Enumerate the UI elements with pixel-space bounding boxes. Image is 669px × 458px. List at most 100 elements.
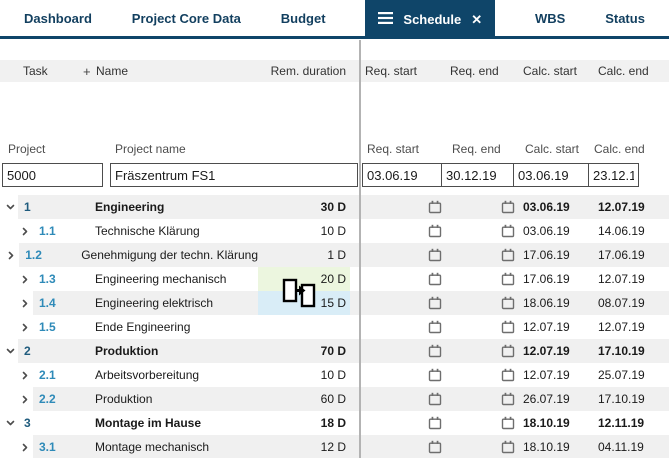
req-end-cell[interactable] xyxy=(446,392,518,406)
req-start-cell[interactable] xyxy=(350,200,446,214)
chevron-right-icon[interactable] xyxy=(20,370,33,381)
req-start-cell[interactable] xyxy=(350,320,446,334)
row-indent xyxy=(0,291,33,315)
task-row[interactable]: 1.4Engineering elektrisch15 D18.06.1908.… xyxy=(0,291,669,315)
req-end-cell[interactable] xyxy=(446,416,518,430)
calendar-icon[interactable] xyxy=(428,224,442,238)
calendar-icon[interactable] xyxy=(501,200,515,214)
tab-status[interactable]: Status xyxy=(605,11,645,26)
row-indent xyxy=(0,195,18,219)
task-row[interactable]: 1.3Engineering mechanisch20 D17.06.1912.… xyxy=(0,267,669,291)
calendar-icon[interactable] xyxy=(501,344,515,358)
task-name: Produktion xyxy=(95,339,258,363)
calendar-icon[interactable] xyxy=(501,248,515,262)
add-column-button[interactable]: + xyxy=(83,64,96,79)
req-end-cell[interactable] xyxy=(446,368,518,382)
chevron-right-icon[interactable] xyxy=(20,274,33,285)
calendar-icon[interactable] xyxy=(501,368,515,382)
calendar-icon[interactable] xyxy=(501,416,515,430)
hamburger-menu-icon[interactable] xyxy=(378,11,393,29)
calendar-icon[interactable] xyxy=(428,368,442,382)
req-start-cell[interactable] xyxy=(350,392,446,406)
project-name-label: Project name xyxy=(110,142,362,158)
chevron-right-icon[interactable] xyxy=(20,442,33,453)
chevron-down-icon[interactable] xyxy=(5,418,18,429)
req-start-cell[interactable] xyxy=(350,440,446,454)
project-calc-end-input[interactable] xyxy=(588,163,639,187)
req-end-cell[interactable] xyxy=(446,200,518,214)
req-start-cell[interactable] xyxy=(350,344,446,358)
task-calc-end: 25.07.19 xyxy=(594,363,669,387)
req-end-cell[interactable] xyxy=(446,344,518,358)
calendar-icon[interactable] xyxy=(501,440,515,454)
tab-dashboard[interactable]: Dashboard xyxy=(24,11,92,26)
task-row[interactable]: 1.1Technische Klärung10 D03.06.1914.06.1… xyxy=(0,219,669,243)
calendar-icon[interactable] xyxy=(428,200,442,214)
task-rem-duration: 10 D xyxy=(258,219,350,243)
task-row[interactable]: 2.2Produktion60 D26.07.1917.10.19 xyxy=(0,387,669,411)
chevron-right-icon[interactable] xyxy=(20,226,33,237)
row-indent xyxy=(0,243,19,267)
req-end-cell[interactable] xyxy=(446,296,518,310)
req-end-label: Req. end xyxy=(441,142,513,158)
tab-project-core-data[interactable]: Project Core Data xyxy=(132,11,241,26)
task-row[interactable]: 1.5Ende Engineering12.07.1912.07.19 xyxy=(0,315,669,339)
calendar-icon[interactable] xyxy=(428,296,442,310)
calendar-icon[interactable] xyxy=(428,440,442,454)
row-indent xyxy=(0,267,33,291)
req-end-cell[interactable] xyxy=(446,440,518,454)
calendar-icon[interactable] xyxy=(501,320,515,334)
chevron-right-icon[interactable] xyxy=(20,394,33,405)
project-req-end-input[interactable] xyxy=(441,163,514,187)
task-row[interactable]: 3.1Montage mechanisch12 D18.10.1904.11.1… xyxy=(0,435,669,458)
req-start-cell[interactable] xyxy=(350,248,446,262)
calendar-icon[interactable] xyxy=(501,272,515,286)
req-start-cell[interactable] xyxy=(350,296,446,310)
calendar-icon[interactable] xyxy=(428,344,442,358)
task-row[interactable]: 3Montage im Hause18 D18.10.1912.11.19 xyxy=(0,411,669,435)
close-tab-icon[interactable]: ✕ xyxy=(471,13,482,26)
chevron-down-icon[interactable] xyxy=(5,202,18,213)
column-header-name: Name xyxy=(96,64,258,78)
tab-bar: Dashboard Project Core Data Budget Schedule… xyxy=(0,0,669,39)
task-row[interactable]: 2Produktion70 D12.07.1917.10.19 xyxy=(0,339,669,363)
calendar-icon[interactable] xyxy=(428,248,442,262)
calendar-icon[interactable] xyxy=(501,224,515,238)
calendar-icon[interactable] xyxy=(428,392,442,406)
calendar-icon[interactable] xyxy=(428,320,442,334)
req-start-cell[interactable] xyxy=(350,224,446,238)
calendar-icon[interactable] xyxy=(501,296,515,310)
calendar-icon[interactable] xyxy=(428,272,442,286)
calendar-icon[interactable] xyxy=(428,416,442,430)
req-end-cell[interactable] xyxy=(446,224,518,238)
req-end-cell[interactable] xyxy=(446,320,518,334)
task-row[interactable]: 1.2Genehmigung der techn. Klärung1 D17.0… xyxy=(0,243,669,267)
tab-schedule[interactable]: Schedule✕ xyxy=(365,0,495,39)
req-start-cell[interactable] xyxy=(350,368,446,382)
column-header-req-start: Req. start xyxy=(350,64,446,78)
task-calc-start: 26.07.19 xyxy=(518,387,594,411)
row-indent xyxy=(0,363,33,387)
project-id-input[interactable] xyxy=(2,163,103,187)
chevron-down-icon[interactable] xyxy=(5,346,18,357)
column-header-rem-duration: Rem. duration xyxy=(258,64,350,78)
req-start-cell[interactable] xyxy=(350,272,446,286)
chevron-right-icon[interactable] xyxy=(6,250,19,261)
task-row[interactable]: 1Engineering30 D03.06.1912.07.19 xyxy=(0,195,669,219)
calendar-icon[interactable] xyxy=(501,392,515,406)
tab-budget[interactable]: Budget xyxy=(281,11,326,26)
task-calc-start: 12.07.19 xyxy=(518,363,594,387)
task-row[interactable]: 2.1Arbeitsvorbereitung10 D12.07.1925.07.… xyxy=(0,363,669,387)
task-id: 2.1 xyxy=(33,363,95,387)
chevron-right-icon[interactable] xyxy=(20,322,33,333)
req-end-cell[interactable] xyxy=(446,272,518,286)
task-calc-end: 17.10.19 xyxy=(594,387,669,411)
project-calc-start-input[interactable] xyxy=(513,163,589,187)
req-end-cell[interactable] xyxy=(446,248,518,262)
project-name-input[interactable] xyxy=(110,163,358,187)
project-req-start-input[interactable] xyxy=(362,163,442,187)
req-start-cell[interactable] xyxy=(350,416,446,430)
task-id: 3 xyxy=(18,411,95,435)
chevron-right-icon[interactable] xyxy=(20,298,33,309)
tab-wbs[interactable]: WBS xyxy=(535,11,565,26)
